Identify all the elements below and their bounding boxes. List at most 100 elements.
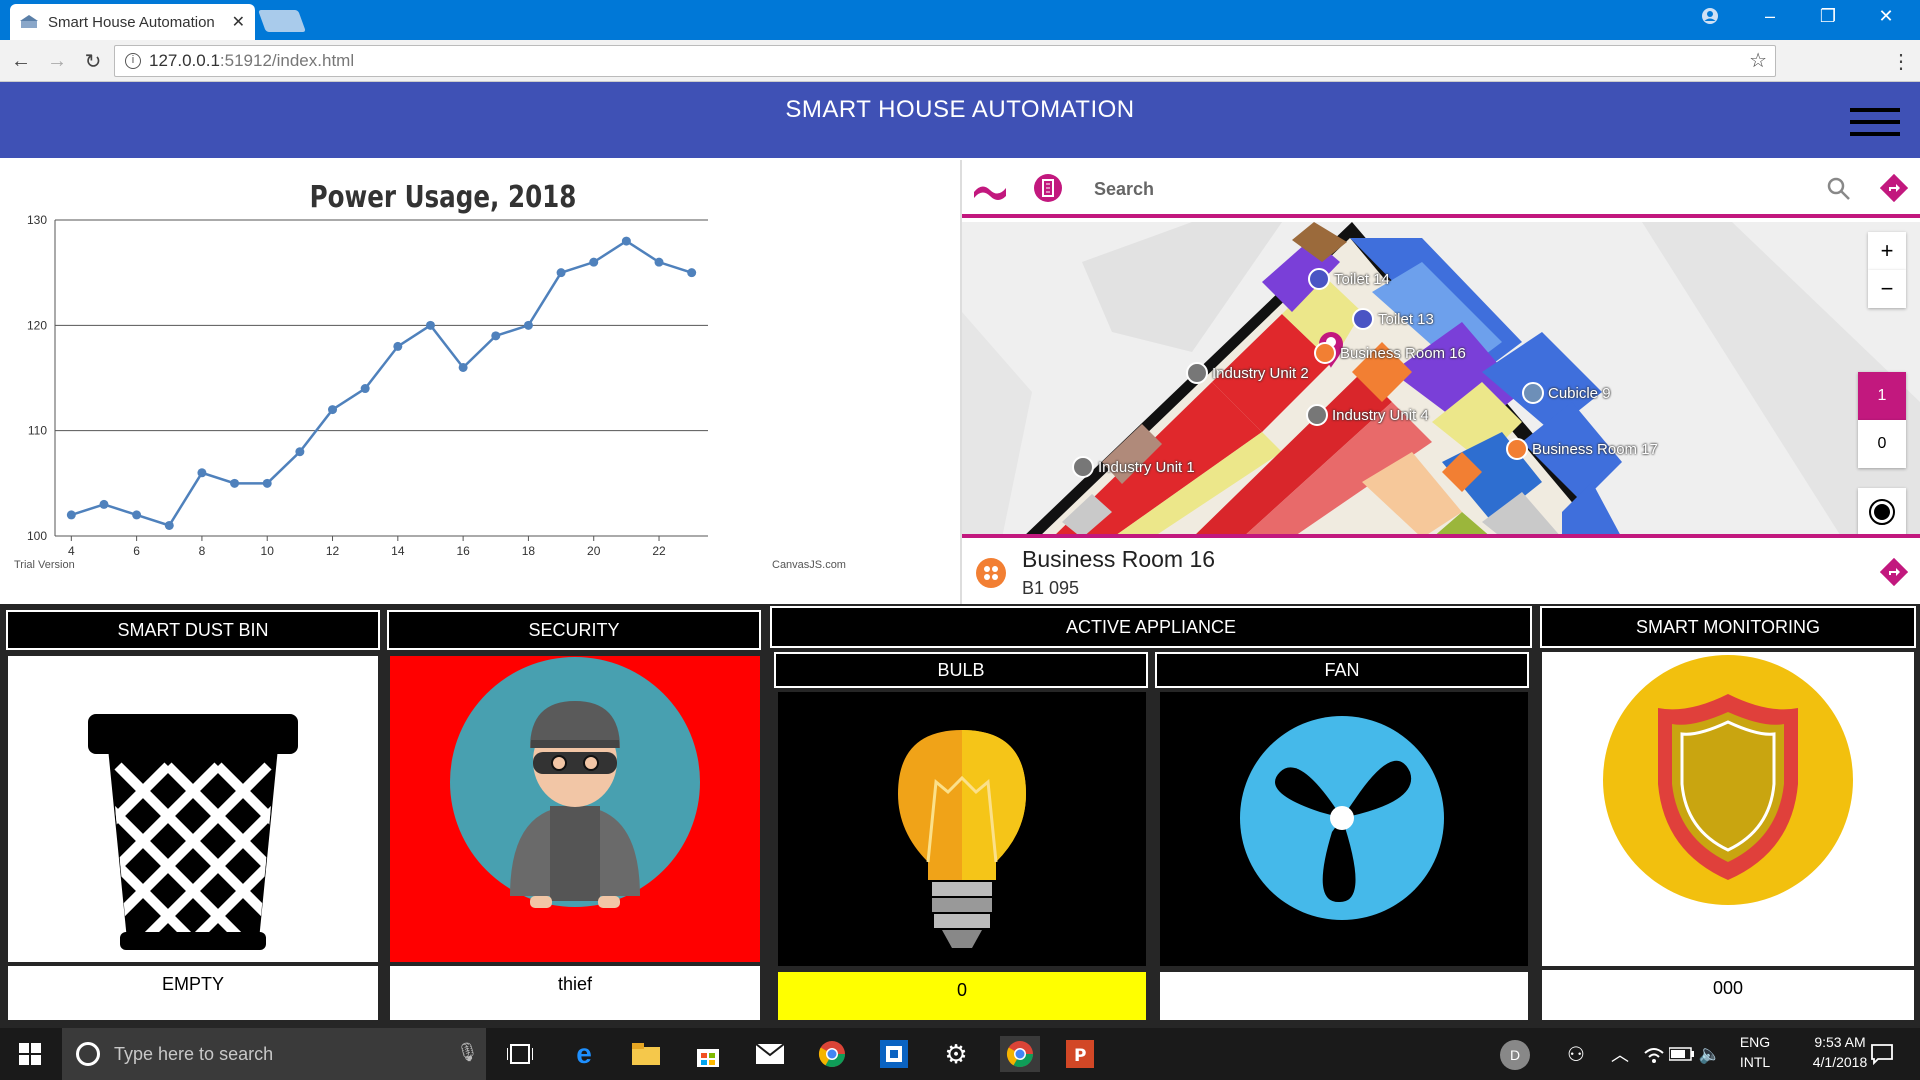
data-point xyxy=(621,236,631,246)
x-tick-label: 10 xyxy=(261,544,275,558)
x-tick-label: 12 xyxy=(326,544,340,558)
room-directions-icon[interactable] xyxy=(1880,558,1908,586)
windows-start-icon[interactable] xyxy=(12,1036,48,1072)
zoom-in-button[interactable]: + xyxy=(1868,232,1906,270)
chrome-icon[interactable] xyxy=(814,1036,850,1072)
app-title: SMART HOUSE AUTOMATION xyxy=(785,96,1135,123)
chart-watermark-right: CanvasJS.com xyxy=(772,559,846,570)
security-header: SECURITY xyxy=(387,610,761,650)
map-label-industry-unit-2[interactable]: Industry Unit 2 xyxy=(1186,362,1309,384)
data-point xyxy=(99,499,109,509)
people-icon[interactable]: ⚇ xyxy=(1558,1036,1594,1072)
map-label-toilet-14[interactable]: Toilet 14 xyxy=(1308,268,1390,290)
volume-icon[interactable]: 🔈 xyxy=(1692,1036,1728,1072)
store-icon[interactable] xyxy=(690,1036,726,1072)
task-view-icon[interactable] xyxy=(502,1036,538,1072)
map-search-input[interactable]: Search xyxy=(1094,179,1154,200)
profile-icon[interactable] xyxy=(1682,0,1738,32)
new-tab-button[interactable] xyxy=(257,10,307,32)
data-point xyxy=(687,268,697,278)
selected-room-name: Business Room 16 xyxy=(1022,546,1216,572)
data-point xyxy=(132,510,142,520)
close-window-icon[interactable]: ✕ xyxy=(1858,0,1914,32)
file-explorer-icon[interactable] xyxy=(628,1036,664,1072)
locate-me-icon[interactable] xyxy=(1858,488,1906,534)
y-tick-label: 130 xyxy=(27,213,47,227)
input-language[interactable]: ENG INTL xyxy=(1730,1034,1780,1070)
thief-icon xyxy=(450,657,700,908)
x-tick-label: 20 xyxy=(587,544,601,558)
map-search-icon[interactable] xyxy=(1826,176,1852,202)
url-host: 127.0.0.1 xyxy=(149,51,220,70)
data-point xyxy=(295,447,305,457)
map-label-business-room-17[interactable]: Business Room 17 xyxy=(1506,438,1658,460)
back-icon[interactable]: ← xyxy=(8,48,34,74)
browser-tab-bar: Smart House Automation ✕ – ❐ ✕ xyxy=(0,0,1920,40)
x-tick-label: 22 xyxy=(652,544,666,558)
y-tick-label: 120 xyxy=(27,318,47,332)
taskbar-search-input[interactable]: Type here to search 🎙 xyxy=(62,1028,486,1080)
microphone-icon[interactable]: 🎙 xyxy=(456,1042,479,1063)
indoor-map-widget: Search Toilet 14 Toilet 13 Business Room… xyxy=(960,160,1920,604)
data-point xyxy=(523,320,533,330)
bulb-panel[interactable] xyxy=(778,692,1146,966)
zoom-out-button[interactable]: − xyxy=(1868,270,1906,308)
monitoring-status: 000 xyxy=(1542,970,1914,1020)
map-label-cubicle-9[interactable]: Cubicle 9 xyxy=(1522,382,1611,404)
tab-close-icon[interactable]: ✕ xyxy=(232,12,245,32)
url-input[interactable]: i 127.0.0.1:51912/index.html ☆ xyxy=(114,45,1776,77)
powerpoint-icon[interactable]: P xyxy=(1062,1036,1098,1072)
edge-icon[interactable]: e xyxy=(566,1036,602,1072)
app-window-icon[interactable] xyxy=(876,1036,912,1072)
info-icon[interactable]: i xyxy=(125,53,141,69)
forward-icon[interactable]: → xyxy=(44,48,70,74)
data-point xyxy=(654,257,664,267)
address-bar-row: ← → ↻ i 127.0.0.1:51912/index.html ☆ ⋮ xyxy=(0,40,1920,82)
user-avatar[interactable]: D xyxy=(1500,1040,1530,1070)
monitoring-panel[interactable] xyxy=(1542,652,1914,966)
mail-icon[interactable] xyxy=(752,1036,788,1072)
data-point xyxy=(425,320,435,330)
map-label-toilet-13[interactable]: Toilet 13 xyxy=(1352,308,1434,330)
settings-gear-icon[interactable]: ⚙ xyxy=(938,1036,974,1072)
tray-chevron-icon[interactable]: ︿ xyxy=(1602,1036,1638,1072)
map-canvas[interactable]: Toilet 14 Toilet 13 Business Room 16 Ind… xyxy=(962,222,1920,538)
data-point xyxy=(164,520,174,530)
chart-watermark-left: Trial Version xyxy=(14,559,75,570)
minimize-icon[interactable]: – xyxy=(1742,0,1798,32)
bookmark-star-icon[interactable]: ☆ xyxy=(1749,48,1767,73)
browser-menu-icon[interactable]: ⋮ xyxy=(1888,48,1914,74)
browser-tab-active[interactable]: Smart House Automation ✕ xyxy=(10,4,255,40)
directions-icon[interactable] xyxy=(1880,174,1908,202)
building-icon[interactable] xyxy=(1034,174,1062,202)
dustbin-panel[interactable] xyxy=(8,656,378,962)
data-point xyxy=(589,257,599,267)
notifications-icon[interactable] xyxy=(1864,1036,1900,1072)
x-tick-label: 4 xyxy=(68,544,75,558)
url-path: :51912/index.html xyxy=(219,51,355,70)
y-tick-label: 110 xyxy=(28,424,47,438)
reload-icon[interactable]: ↻ xyxy=(80,48,106,74)
floor-0-button[interactable]: 0 xyxy=(1858,420,1906,468)
appliance-header: ACTIVE APPLIANCE xyxy=(770,606,1532,648)
fan-status xyxy=(1160,972,1528,1020)
security-panel[interactable] xyxy=(390,656,760,962)
cortana-icon xyxy=(76,1042,100,1066)
map-selected-room-panel: Business Room 16 B1 095 xyxy=(962,542,1920,604)
floor-1-button[interactable]: 1 xyxy=(1858,372,1906,420)
map-label-business-room-16[interactable]: Business Room 16 xyxy=(1314,342,1466,364)
security-status: thief xyxy=(390,966,760,1020)
chrome-active-icon[interactable] xyxy=(1000,1036,1040,1072)
tab-title: Smart House Automation xyxy=(48,13,215,31)
monitoring-header: SMART MONITORING xyxy=(1540,606,1916,648)
svg-text:P: P xyxy=(1074,1046,1086,1066)
data-point xyxy=(66,510,76,520)
hamburger-menu-icon[interactable] xyxy=(1850,108,1900,140)
fan-panel[interactable] xyxy=(1160,692,1528,966)
map-label-industry-unit-4[interactable]: Industry Unit 4 xyxy=(1306,404,1429,426)
y-tick-label: 100 xyxy=(27,529,47,543)
restore-icon[interactable]: ❐ xyxy=(1800,0,1856,32)
map-label-industry-unit-1[interactable]: Industry Unit 1 xyxy=(1072,456,1195,478)
app-header: SMART HOUSE AUTOMATION xyxy=(0,82,1920,158)
map-search-bar: Search xyxy=(962,160,1920,218)
